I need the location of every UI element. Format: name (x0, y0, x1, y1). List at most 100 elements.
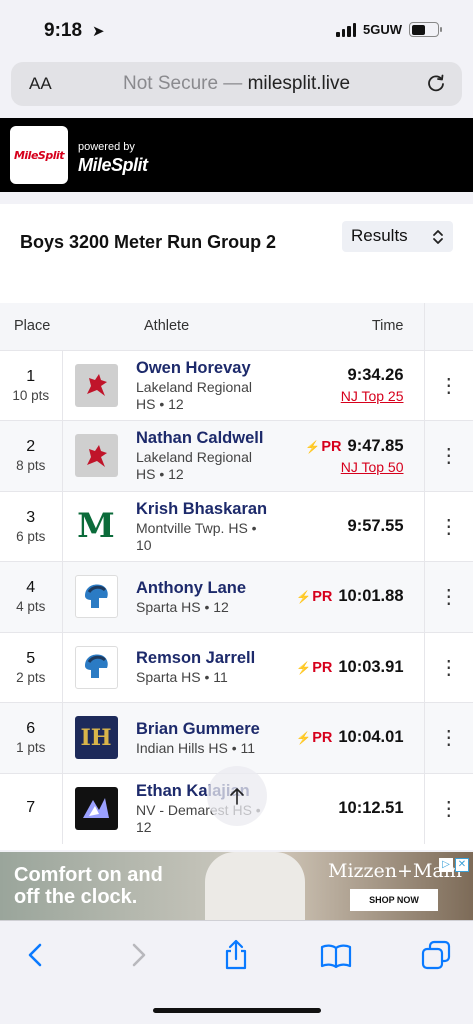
more-options-icon[interactable]: ⋮ (423, 702, 473, 773)
athlete-cell: Remson Jarrell Sparta HS • 11 (136, 632, 282, 703)
milesplit-logo[interactable]: MileSplit (10, 126, 68, 184)
network-label: 5GUW (363, 22, 402, 37)
forward-icon[interactable] (122, 939, 154, 971)
time-cell: PR 10:03.91 (282, 632, 424, 703)
table-header-row: Place Athlete Time (0, 303, 473, 350)
back-icon[interactable] (20, 939, 52, 971)
share-icon[interactable] (220, 939, 252, 971)
table-row: 6 1 pts IH Brian Gummere Indian Hills HS • 1… (0, 702, 473, 774)
view-select[interactable]: Results (342, 221, 453, 252)
location-arrow-icon: ➤ (92, 23, 105, 40)
athlete-name-link[interactable]: Nathan Caldwell (136, 428, 282, 449)
athlete-team: Montville Twp. HS • 10 (136, 519, 257, 553)
header-place: Place (14, 318, 51, 335)
athlete-name-link[interactable]: Remson Jarrell (136, 648, 282, 669)
points-label: 1 pts (16, 740, 46, 756)
ranking-link[interactable]: NJ Top 50 (282, 459, 404, 475)
sparta-logo[interactable] (74, 645, 118, 689)
table-row: 1 10 pts Owen Horevay Lakeland Regional HS … (0, 350, 473, 421)
montville-logo[interactable]: M (74, 504, 118, 548)
time-cell: 10:12.51 (282, 773, 424, 844)
points-label: 8 pts (16, 458, 46, 474)
bookmarks-icon[interactable] (320, 939, 352, 971)
brand-header: MileSplit powered by MileSplit (0, 118, 473, 192)
sparta-logo[interactable] (74, 575, 118, 619)
athlete-cell: Brian Gummere Indian Hills HS • 11 (136, 703, 282, 774)
chevron-updown-icon (433, 230, 443, 244)
address-bar[interactable]: AA Not Secure — milesplit.live (11, 62, 462, 106)
more-options-icon[interactable]: ⋮ (423, 632, 473, 703)
place-number: 5 (26, 649, 36, 667)
header-time: Time (371, 318, 404, 335)
more-options-icon[interactable]: ⋮ (423, 773, 473, 844)
ad-headline: Comfort on and off the clock. (14, 864, 163, 908)
time-value: 10:03.91 (338, 657, 404, 676)
points-label: 2 pts (16, 669, 46, 685)
url-field[interactable]: Not Secure — milesplit.live (11, 73, 462, 95)
pr-badge: PR (296, 660, 332, 676)
place-cell: 2 8 pts (0, 420, 63, 491)
athlete-cell: Krish Bhaskaran Montville Twp. HS • 10 (136, 491, 282, 562)
place-number: 6 (26, 720, 36, 738)
adchoices-icon[interactable]: ▷ (439, 858, 453, 872)
time-value: 9:34.26 (347, 366, 404, 385)
scroll-to-top-button[interactable] (207, 766, 267, 826)
place-cell: 7 (0, 773, 63, 844)
signal-icon (336, 22, 356, 37)
ad-shop-now-button[interactable]: SHOP NOW (350, 889, 438, 911)
athlete-name-link[interactable]: Anthony Lane (136, 578, 282, 599)
time-cell: 9:57.55 (282, 491, 424, 562)
place-cell: 5 2 pts (0, 632, 63, 703)
ad-banner[interactable]: Comfort on and off the clock. Mizzen+Mai… (0, 852, 473, 920)
lakeland-logo[interactable] (74, 434, 118, 478)
time-value: 9:47.85 (347, 436, 404, 455)
place-number: 2 (26, 438, 36, 456)
athlete-name-link[interactable]: Brian Gummere (136, 719, 282, 740)
home-indicator (153, 1008, 321, 1013)
athlete-team: Lakeland Regional HS • 12 (136, 449, 252, 483)
status-bar: 9:18 ➤ 5GUW (0, 0, 473, 60)
powered-by-label: powered by (78, 141, 135, 153)
ranking-link[interactable]: NJ Top 25 (282, 388, 404, 404)
results-panel: Boys 3200 Meter Run Group 2 Results Plac… (0, 204, 473, 850)
time-value: 10:04.01 (338, 728, 404, 747)
lakeland-logo[interactable] (74, 363, 118, 407)
nv-demarest-logo[interactable] (74, 787, 118, 830)
pr-badge: PR (296, 730, 332, 746)
arrow-up-icon (230, 788, 244, 805)
ad-headline-2: off the clock. (14, 886, 138, 908)
tabs-icon[interactable] (420, 939, 452, 971)
url-domain: milesplit.live (247, 73, 351, 94)
status-time: 9:18 (44, 20, 83, 41)
place-number: 3 (26, 508, 36, 526)
table-row: 4 4 pts Anthony LaneSparta HS • 12 PR 10:01.… (0, 561, 473, 633)
more-options-icon[interactable]: ⋮ (423, 491, 473, 562)
more-options-icon[interactable]: ⋮ (423, 350, 473, 421)
indian-hills-logo[interactable]: IH (74, 716, 118, 760)
more-options-icon[interactable]: ⋮ (423, 561, 473, 632)
security-label: Not Secure — (122, 73, 248, 94)
reader-settings-button[interactable]: AA (29, 74, 52, 94)
time-value: 10:12.51 (338, 799, 404, 817)
time-cell: PR 10:04.01 (282, 703, 424, 774)
reload-icon[interactable] (426, 73, 446, 93)
powered-by-logo: MileSplit (78, 155, 148, 175)
status-right: 5GUW (336, 22, 442, 37)
athlete-cell: Anthony Lane Sparta HS • 12 (136, 562, 282, 633)
pr-badge: PR (305, 439, 341, 455)
ad-close-icon[interactable]: ✕ (455, 858, 469, 872)
ad-image (205, 852, 305, 920)
view-select-value: Results (351, 226, 408, 245)
athlete-team: Indian Hills HS • 11 (136, 739, 256, 756)
points-label: 6 pts (16, 528, 46, 544)
points-label: 4 pts (16, 599, 46, 615)
table-row: 5 2 pts Remson JarrellSparta HS • 11 PR 10:0… (0, 632, 473, 703)
more-options-icon[interactable]: ⋮ (423, 420, 473, 491)
athlete-name-link[interactable]: Owen Horevay (136, 358, 282, 379)
athlete-team: Sparta HS • 11 (136, 669, 228, 686)
header-athlete: Athlete (144, 318, 190, 335)
athlete-name-link[interactable]: Krish Bhaskaran (136, 499, 282, 520)
place-cell: 4 4 pts (0, 561, 63, 632)
place-number: 1 (26, 367, 36, 385)
athlete-team: Sparta HS • 12 (136, 598, 229, 615)
